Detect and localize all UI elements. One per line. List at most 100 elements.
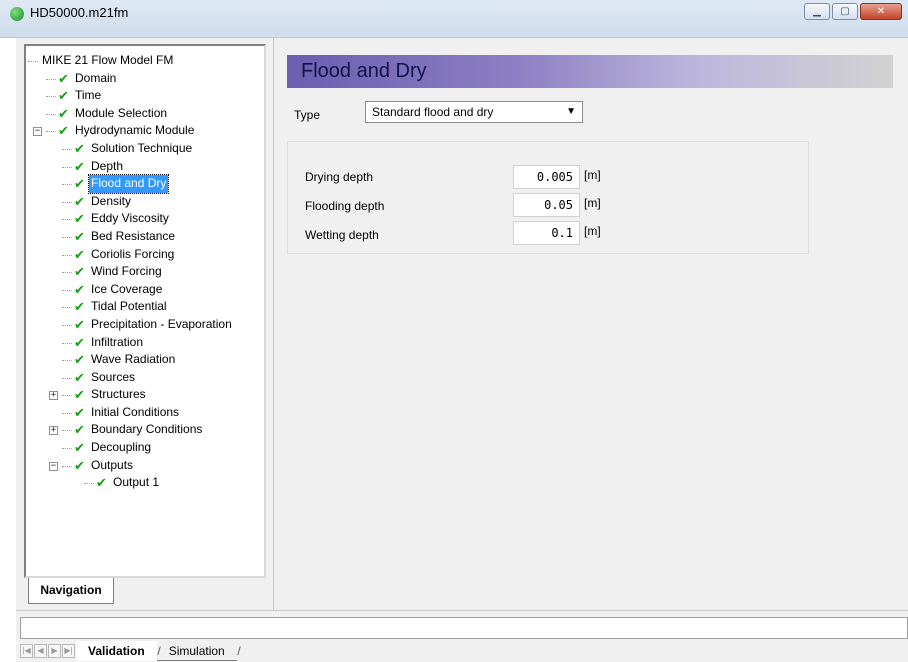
tree-connector (62, 448, 72, 450)
tree-connector (62, 324, 72, 326)
wetting-depth-input[interactable]: 0.1 (513, 221, 580, 245)
window-controls: ▁ ▢ ✕ (804, 3, 902, 20)
next-tab-icon[interactable]: ▶ (48, 644, 61, 658)
tree-item[interactable]: ✔ Depth (26, 158, 264, 176)
minimize-button[interactable]: ▁ (804, 3, 830, 20)
checkmark-icon: ✔ (74, 316, 85, 332)
tree-item-label: Decoupling (91, 440, 152, 455)
tree-connector (84, 483, 94, 485)
checkmark-icon: ✔ (74, 334, 85, 350)
tree-connector (62, 184, 72, 186)
tree-item-label: Eddy Viscosity (91, 211, 169, 226)
tree-item[interactable]: ✔ Initial Conditions (26, 404, 264, 422)
tree-item[interactable]: MIKE 21 Flow Model FM (26, 52, 264, 70)
tree-item-label: Sources (91, 369, 136, 384)
tree-item-label: Time (75, 88, 102, 103)
expand-icon[interactable]: + (49, 426, 58, 436)
tree-item[interactable]: ✔ Domain (26, 70, 264, 88)
tree-connector (46, 113, 56, 115)
first-tab-icon[interactable]: |◀ (20, 644, 33, 658)
drying-depth-input[interactable]: 0.005 (513, 165, 580, 189)
tab-simulation-label: Simulation (168, 644, 225, 658)
checkmark-icon: ✔ (74, 246, 85, 262)
tree-item[interactable]: ✔ Tidal Potential (26, 298, 264, 316)
tree-connector (46, 131, 56, 133)
flooding-depth-input[interactable]: 0.05 (513, 193, 580, 217)
expand-icon[interactable]: + (49, 391, 58, 401)
drying-depth-unit: [m] (584, 168, 601, 182)
tree-item[interactable]: ✔ Precipitation - Evaporation (26, 316, 264, 334)
bottom-tabstrip: |◀ ◀ ▶ ▶| Validation / Simulation / (20, 641, 241, 661)
tree-item-label: Boundary Conditions (91, 422, 203, 437)
app-icon (10, 7, 24, 21)
tab-simulation[interactable]: Simulation / (156, 641, 241, 661)
collapse-icon[interactable]: − (33, 127, 42, 137)
tree-item[interactable]: ✔ Output 1 (26, 474, 264, 492)
tree-connector (62, 148, 72, 150)
tree-connector (62, 272, 72, 274)
tree-item[interactable]: ✔ Decoupling (26, 439, 264, 457)
navigation-tree[interactable]: MIKE 21 Flow Model FM ✔ Domain ✔ Time ✔ Module… (24, 44, 266, 578)
tree-item-label: Precipitation - Evaporation (91, 316, 232, 331)
close-button[interactable]: ✕ (860, 3, 902, 20)
tree-item[interactable]: ✔ Sources (26, 369, 264, 387)
tree-item[interactable]: ✔ Wave Radiation (26, 351, 264, 369)
tree-connector (62, 465, 72, 467)
main-frame: MIKE 21 Flow Model FM ✔ Domain ✔ Time ✔ Module… (16, 38, 908, 610)
tree-item[interactable]: ✔ Wind Forcing (26, 263, 264, 281)
prev-tab-icon[interactable]: ◀ (34, 644, 47, 658)
tree-connector (62, 360, 72, 362)
tree-item[interactable]: ✔ Ice Coverage (26, 281, 264, 299)
checkmark-icon: ✔ (96, 475, 107, 491)
tab-validation[interactable]: Validation / (76, 641, 161, 661)
tree-item-label: Bed Resistance (91, 228, 176, 243)
tree-item[interactable]: ✔ Infiltration (26, 334, 264, 352)
tree-item-label: Depth (91, 158, 124, 173)
tree-item-label: Module Selection (75, 105, 168, 120)
tree-item[interactable]: ✔ Solution Technique (26, 140, 264, 158)
window-title: HD50000.m21fm (30, 5, 129, 20)
tree-item[interactable]: − ✔ Hydrodynamic Module (26, 122, 264, 140)
tree-connector (62, 201, 72, 203)
type-select[interactable]: Standard flood and dry ▼ (365, 101, 583, 123)
checkmark-icon: ✔ (74, 176, 85, 192)
tree-item[interactable]: ✔ Eddy Viscosity (26, 210, 264, 228)
checkmark-icon: ✔ (58, 105, 69, 121)
tree-item-label: Wind Forcing (91, 264, 162, 279)
tree-item[interactable]: ✔ Module Selection (26, 105, 264, 123)
tree-item[interactable]: + ✔ Structures (26, 386, 264, 404)
tree-item[interactable]: − ✔ Outputs (26, 457, 264, 475)
checkmark-icon: ✔ (58, 70, 69, 86)
tab-validation-label: Validation (88, 644, 145, 658)
tree-item[interactable]: ✔ Density (26, 193, 264, 211)
tree-item[interactable]: ✔ Time (26, 87, 264, 105)
tree-item[interactable]: + ✔ Boundary Conditions (26, 421, 264, 439)
tree-item-label: Tidal Potential (91, 299, 167, 314)
last-tab-icon[interactable]: ▶| (62, 644, 75, 658)
depth-parameters-group: Drying depth 0.005 [m] Flooding depth 0.… (287, 141, 809, 254)
checkmark-icon: ✔ (74, 299, 85, 315)
tab-divider: / (237, 644, 241, 658)
tree-item[interactable]: ✔ Coriolis Forcing (26, 246, 264, 264)
flooding-depth-unit: [m] (584, 196, 601, 210)
tab-navigation[interactable]: Navigation (28, 578, 114, 604)
tree-item-label: Domain (75, 70, 117, 85)
tree-item-label: Output 1 (113, 475, 160, 490)
navigation-panel: MIKE 21 Flow Model FM ✔ Domain ✔ Time ✔ Module… (16, 38, 274, 610)
tree-connector (46, 78, 56, 80)
checkmark-icon: ✔ (74, 422, 85, 438)
tree-connector (28, 61, 38, 62)
tree-connector (62, 166, 72, 168)
window-titlebar: HD50000.m21fm ▁ ▢ ✕ (0, 0, 908, 38)
tree-item[interactable]: ✔ Flood and Dry (26, 174, 264, 194)
flooding-depth-label: Flooding depth (305, 199, 385, 213)
checkmark-icon: ✔ (74, 440, 85, 456)
collapse-icon[interactable]: − (49, 461, 58, 471)
maximize-button[interactable]: ▢ (832, 3, 858, 20)
tree-item-label: MIKE 21 Flow Model FM (42, 53, 174, 67)
chevron-down-icon[interactable]: ▼ (566, 102, 576, 122)
tree-item-label: Structures (91, 387, 146, 402)
checkmark-icon: ✔ (74, 404, 85, 420)
checkmark-icon: ✔ (74, 228, 85, 244)
tree-item[interactable]: ✔ Bed Resistance (26, 228, 264, 246)
